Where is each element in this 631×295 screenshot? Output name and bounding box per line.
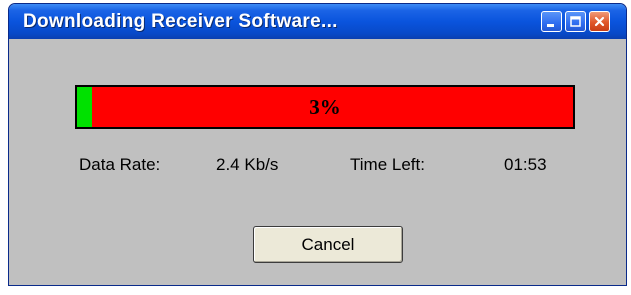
time-left-label: Time Left:	[350, 155, 425, 174]
download-progress-bar: 3%	[75, 85, 575, 129]
dialog-body: 3% Data Rate: 2.4 Kb/s Time Left: 01:53 …	[13, 39, 624, 283]
close-icon	[594, 16, 605, 27]
time-left-value: 01:53	[504, 155, 547, 174]
progress-percent-label: 3%	[309, 94, 341, 119]
minimize-button[interactable]	[541, 11, 562, 32]
maximize-icon	[570, 16, 581, 27]
cancel-button[interactable]: Cancel	[253, 226, 403, 263]
data-rate-value: 2.4 Kb/s	[216, 155, 279, 174]
minimize-icon	[547, 24, 554, 27]
download-dialog: Downloading Receiver Software... 3% Data…	[8, 3, 627, 286]
maximize-button[interactable]	[565, 11, 586, 32]
title-bar[interactable]: Downloading Receiver Software...	[9, 4, 626, 39]
window-title: Downloading Receiver Software...	[23, 11, 338, 32]
close-button[interactable]	[589, 11, 610, 32]
data-rate-label: Data Rate:	[79, 155, 161, 174]
